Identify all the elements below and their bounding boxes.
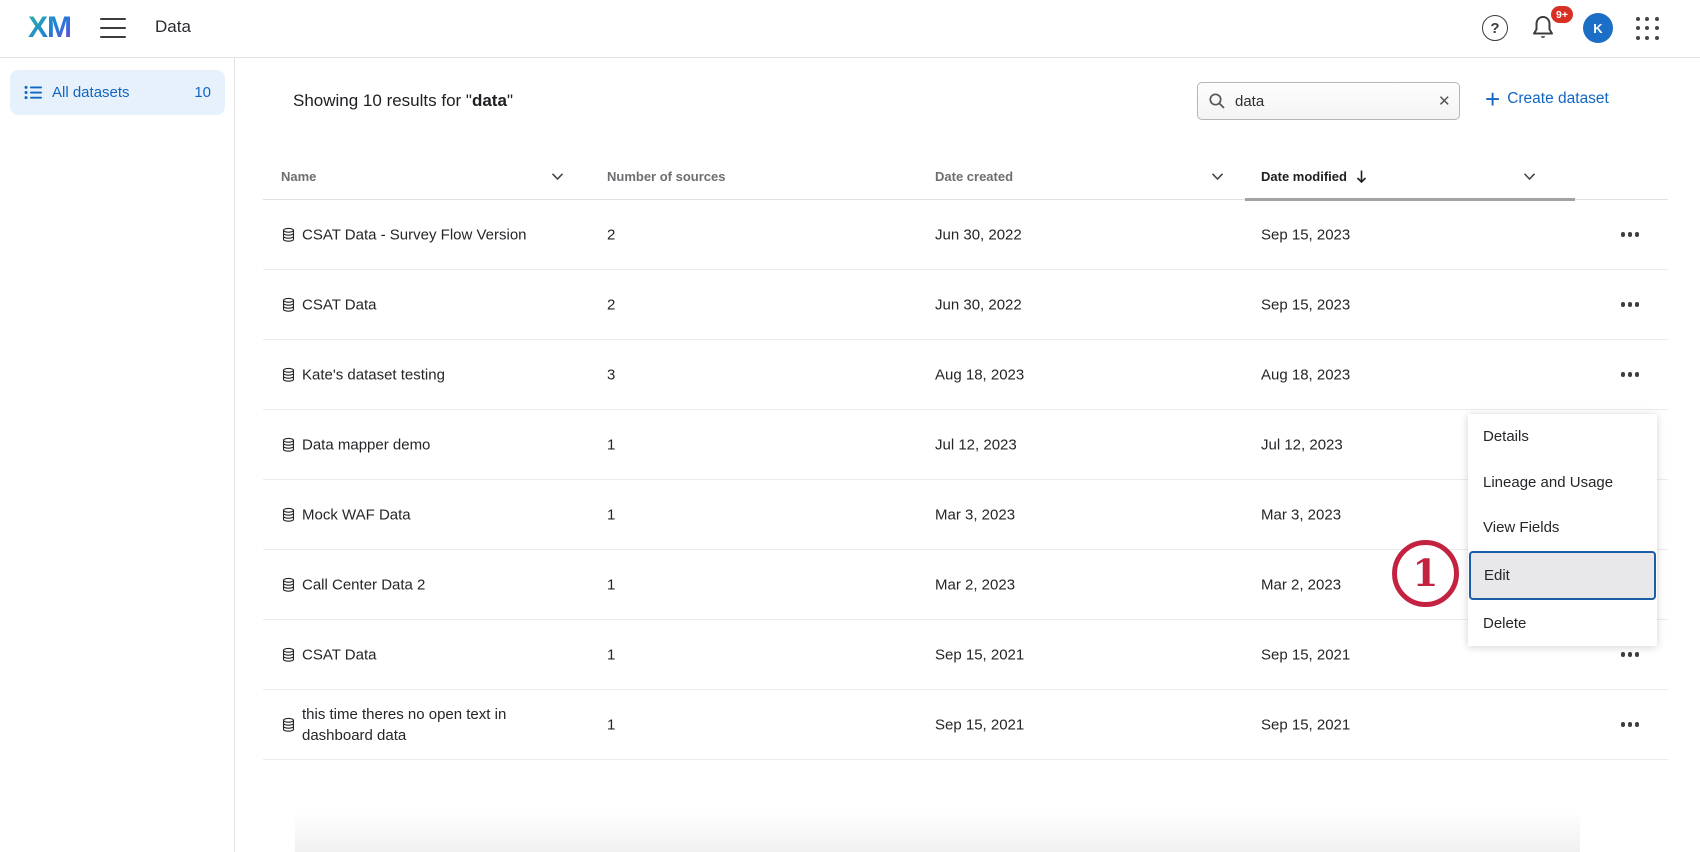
database-icon <box>281 506 296 523</box>
clear-search-icon[interactable]: ✕ <box>1434 90 1455 112</box>
create-dataset-button[interactable]: + Create dataset <box>1485 88 1609 110</box>
database-icon <box>281 366 296 383</box>
dataset-sources: 1 <box>607 506 615 523</box>
avatar[interactable]: K <box>1583 13 1613 43</box>
menu-item-edit[interactable]: Edit <box>1469 551 1656 601</box>
row-actions-button[interactable] <box>1615 224 1645 246</box>
dataset-name[interactable]: Kate's dataset testing <box>302 364 445 385</box>
dataset-name[interactable]: Data mapper demo <box>302 434 430 455</box>
dataset-date-modified: Jul 12, 2023 <box>1261 436 1343 453</box>
results-summary: Showing 10 results for "data" <box>293 91 513 111</box>
bottom-shadow <box>295 812 1580 852</box>
chevron-down-icon[interactable] <box>551 172 564 181</box>
dataset-sources: 2 <box>607 296 615 313</box>
create-dataset-label: Create dataset <box>1507 90 1609 108</box>
table-row[interactable]: Mock WAF Data 1 Mar 3, 2023 Mar 3, 2023 <box>263 480 1668 550</box>
dataset-name[interactable]: Mock WAF Data <box>302 504 411 525</box>
dataset-date-created: Mar 3, 2023 <box>935 506 1015 523</box>
results-quote-close: " <box>507 91 513 110</box>
chevron-down-icon[interactable] <box>1211 172 1224 181</box>
dataset-name[interactable]: CSAT Data <box>302 644 376 665</box>
hamburger-menu-icon[interactable] <box>100 18 126 38</box>
database-icon <box>281 436 296 453</box>
dataset-date-created: Jul 12, 2023 <box>935 436 1017 453</box>
table-row[interactable]: CSAT Data 2 Jun 30, 2022 Sep 15, 2023 <box>263 270 1668 340</box>
database-icon <box>281 716 296 733</box>
column-header-sources[interactable]: Number of sources <box>607 169 725 184</box>
plus-icon: + <box>1485 88 1500 110</box>
table-row[interactable]: Data mapper demo 1 Jul 12, 2023 Jul 12, … <box>263 410 1668 480</box>
dataset-sources: 2 <box>607 226 615 243</box>
table-row[interactable]: Kate's dataset testing 3 Aug 18, 2023 Au… <box>263 340 1668 410</box>
dataset-date-created: Jun 30, 2022 <box>935 296 1022 313</box>
sidebar-item-label: All datasets <box>52 84 130 101</box>
dataset-date-modified: Aug 18, 2023 <box>1261 366 1350 383</box>
dataset-date-created: Mar 2, 2023 <box>935 576 1015 593</box>
column-header-date-created[interactable]: Date created <box>935 169 1224 184</box>
dataset-name[interactable]: CSAT Data <box>302 294 376 315</box>
menu-item-details[interactable]: Details <box>1468 414 1657 460</box>
database-icon <box>281 296 296 313</box>
table-row[interactable]: CSAT Data - Survey Flow Version 2 Jun 30… <box>263 200 1668 270</box>
table-row[interactable]: Call Center Data 2 1 Mar 2, 2023 Mar 2, … <box>263 550 1668 620</box>
dataset-name[interactable]: CSAT Data - Survey Flow Version <box>302 224 527 245</box>
database-icon <box>281 646 296 663</box>
dataset-table: CSAT Data - Survey Flow Version 2 Jun 30… <box>263 200 1668 760</box>
table-row[interactable]: CSAT Data 1 Sep 15, 2021 Sep 15, 2021 <box>263 620 1668 690</box>
xm-logo[interactable]: XM <box>28 11 71 45</box>
row-actions-button[interactable] <box>1615 294 1645 316</box>
sort-descending-icon[interactable] <box>1355 169 1368 184</box>
dataset-sources: 1 <box>607 716 615 733</box>
dataset-date-modified: Sep 15, 2021 <box>1261 716 1350 733</box>
sidebar: All datasets 10 <box>0 58 235 852</box>
notifications-button[interactable]: 9+ <box>1528 12 1564 48</box>
dataset-date-created: Sep 15, 2021 <box>935 646 1024 663</box>
apps-grid-icon[interactable] <box>1634 15 1662 43</box>
dataset-date-created: Jun 30, 2022 <box>935 226 1022 243</box>
dataset-date-modified: Sep 15, 2023 <box>1261 226 1350 243</box>
dataset-date-created: Sep 15, 2021 <box>935 716 1024 733</box>
menu-item-view-fields[interactable]: View Fields <box>1468 505 1657 551</box>
search-input[interactable] <box>1235 93 1434 110</box>
table-header: Name Number of sources Date created Date… <box>263 160 1668 200</box>
dataset-sources: 1 <box>607 646 615 663</box>
column-header-date-modified[interactable]: Date modified <box>1261 169 1536 184</box>
menu-item-delete[interactable]: Delete <box>1468 600 1657 646</box>
page-title: Data <box>155 17 191 37</box>
results-term: data <box>472 91 507 110</box>
search-box: ✕ <box>1197 82 1460 120</box>
main-content: Showing 10 results for "data" ✕ + Create… <box>235 58 1700 852</box>
dataset-name[interactable]: Call Center Data 2 <box>302 574 425 595</box>
dataset-name[interactable]: this time theres no open text in dashboa… <box>302 704 527 746</box>
sidebar-item-all-datasets[interactable]: All datasets 10 <box>10 70 225 115</box>
page: XM Data ? 9+ K All dat <box>0 0 1700 852</box>
top-bar: XM Data ? 9+ K <box>0 0 1700 58</box>
table-row[interactable]: this time theres no open text in dashboa… <box>263 690 1668 760</box>
dataset-sources: 1 <box>607 576 615 593</box>
chevron-down-icon[interactable] <box>1523 172 1536 181</box>
annotation-circle-1: 1 <box>1392 540 1459 607</box>
dataset-date-modified: Mar 3, 2023 <box>1261 506 1341 523</box>
list-icon <box>24 85 42 100</box>
database-icon <box>281 226 296 243</box>
dataset-sources: 1 <box>607 436 615 453</box>
help-icon[interactable]: ? <box>1482 15 1508 41</box>
dataset-date-modified: Sep 15, 2023 <box>1261 296 1350 313</box>
menu-item-lineage-and-usage[interactable]: Lineage and Usage <box>1468 460 1657 506</box>
row-actions-button[interactable] <box>1615 714 1645 736</box>
dataset-date-created: Aug 18, 2023 <box>935 366 1024 383</box>
annotation-number: 1 <box>1413 555 1439 592</box>
column-header-name[interactable]: Name <box>281 169 564 184</box>
search-icon <box>1208 92 1226 110</box>
notification-badge: 9+ <box>1551 6 1573 23</box>
sidebar-item-count: 10 <box>194 84 211 101</box>
row-actions-button[interactable] <box>1615 644 1645 666</box>
row-context-menu: Details Lineage and Usage View Fields Ed… <box>1468 414 1657 646</box>
dataset-date-modified: Sep 15, 2021 <box>1261 646 1350 663</box>
dataset-sources: 3 <box>607 366 615 383</box>
dataset-date-modified: Mar 2, 2023 <box>1261 576 1341 593</box>
results-prefix: Showing 10 results for <box>293 91 466 110</box>
row-actions-button[interactable] <box>1615 364 1645 386</box>
database-icon <box>281 576 296 593</box>
